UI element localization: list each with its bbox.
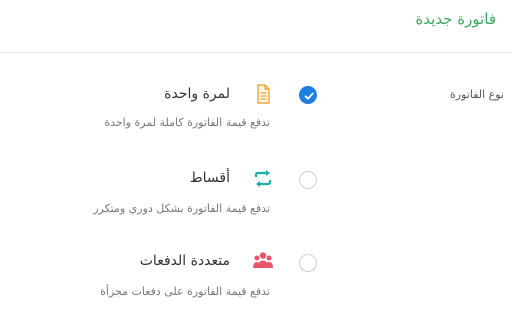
- radio-one-time[interactable]: [299, 86, 317, 104]
- option-installments[interactable]: أقساط تدفع قيمة الفاتورة بشكل دوري ومتكر…: [0, 168, 512, 228]
- users-icon: [253, 252, 273, 268]
- option-label: أقساط: [189, 170, 230, 186]
- page-title: فاتورة جديدة: [415, 10, 496, 28]
- repeat-icon: [254, 170, 272, 187]
- option-description: تدفع قيمة الفاتورة على دفعات مجزأة: [100, 285, 270, 298]
- checkmark-icon: [304, 92, 314, 100]
- radio-multiple-payments[interactable]: [299, 254, 317, 272]
- option-description: تدفع قيمة الفاتورة كاملة لمرة واحدة: [104, 116, 270, 129]
- option-multiple-payments[interactable]: متعددة الدفعات تدفع قيمة الفاتورة على دف…: [0, 251, 512, 311]
- radio-installments[interactable]: [299, 171, 317, 189]
- document-icon: [257, 84, 270, 104]
- option-one-time[interactable]: لمرة واحدة تدفع قيمة الفاتورة كاملة لمرة…: [0, 82, 512, 142]
- option-label: متعددة الدفعات: [139, 253, 230, 269]
- header-divider: [0, 52, 512, 53]
- option-description: تدفع قيمة الفاتورة بشكل دوري ومتكرر: [93, 202, 270, 215]
- option-label: لمرة واحدة: [164, 86, 230, 102]
